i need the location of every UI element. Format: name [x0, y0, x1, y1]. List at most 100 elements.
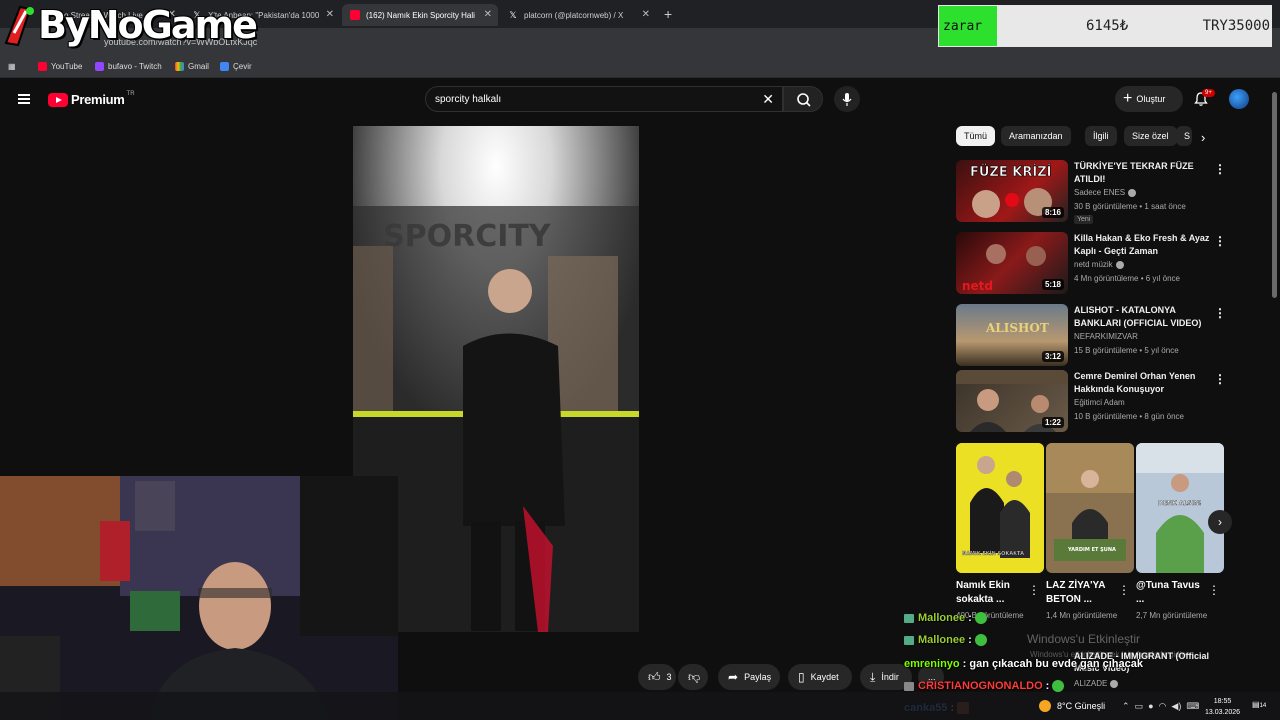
bynogame-logo-icon [4, 5, 34, 47]
svg-text:SPORCITY: SPORCITY [383, 219, 552, 254]
plus-icon: + [1123, 90, 1133, 107]
video-duration: 3:12 [1041, 351, 1064, 362]
short-title[interactable]: @Tuna Tavus ... [1136, 579, 1206, 607]
translate-favicon-icon [220, 62, 229, 71]
region-label: TR [126, 90, 135, 97]
short-views: 1,4 Mn görüntüleme [1046, 611, 1118, 620]
emote-icon [1052, 680, 1065, 693]
short-thumbnail[interactable]: DENK ALSIN! [1136, 443, 1224, 573]
chat-message: emreninyo: gan çıkacah bu evde gan çıhac… [904, 658, 1143, 670]
keyboard-icon[interactable]: ⌨ [1186, 701, 1199, 711]
chevron-up-icon[interactable]: ⌃ [1122, 701, 1130, 711]
video-thumbnail[interactable]: FÜZE KRİZİ 8:16 [956, 160, 1068, 222]
bookmark-youtube[interactable]: YouTube [38, 62, 82, 71]
video-title[interactable]: Cemre Demirel Orhan Yenen Hakkında Konuş… [1074, 370, 1214, 396]
share-button[interactable]: ➦ Paylaş [718, 664, 780, 690]
close-icon[interactable]: ✕ [484, 9, 492, 20]
short-title[interactable]: LAZ ZİYA'YA BETON ... [1046, 579, 1116, 607]
chip-related[interactable]: İlgili [1085, 126, 1117, 146]
partial-video-channel[interactable]: ALIZADE [1074, 679, 1119, 688]
notification-center-icon[interactable]: ▤14 [1252, 700, 1266, 709]
bookmark-translate[interactable]: Çevir [220, 62, 252, 71]
video-title[interactable]: ALISHOT - KATALONYA BANKLARI (OFFICIAL V… [1074, 304, 1214, 330]
microphone-icon[interactable]: ● [1148, 701, 1153, 711]
new-tab-icon[interactable]: + [664, 6, 672, 22]
recommendation-item[interactable]: 1:22 Cemre Demirel Orhan Yenen Hakkında … [956, 370, 1226, 434]
close-icon[interactable]: ✕ [642, 9, 650, 20]
browser-tab-4[interactable]: 𝕏 platcorn (@platcornweb) / X ✕ [500, 4, 656, 26]
brand-name: ByNoGame [38, 3, 258, 47]
youtube-logo[interactable]: Premium TR [48, 90, 135, 107]
video-title[interactable]: Killa Hakan & Eko Fresh & Ayaz Kaplı - G… [1074, 232, 1214, 258]
webcam-overlay [0, 476, 398, 720]
more-vert-icon[interactable]: ⋮ [1214, 234, 1226, 248]
bookmark-twitch[interactable]: bufavo - Twitch [95, 62, 162, 71]
thumbnail-text: FÜZE KRİZİ [970, 164, 1051, 180]
chevron-right-icon[interactable]: › [1201, 130, 1205, 145]
wifi-icon[interactable]: ◠ [1159, 701, 1167, 711]
search-input[interactable]: sporcity halkalı ✕ [425, 86, 783, 112]
channel-name[interactable]: Sadece ENES [1074, 188, 1137, 197]
bookmark-gmail[interactable]: Gmail [175, 62, 209, 71]
download-label: İndir [881, 672, 899, 682]
channel-label: ALIZADE [1074, 679, 1108, 688]
like-button[interactable]: 👍︎ 3 [638, 664, 676, 690]
chip-for-you[interactable]: Size özel [1124, 126, 1177, 146]
youtube-play-icon [48, 92, 68, 107]
voice-search-button[interactable] [834, 86, 860, 112]
volume-icon[interactable]: ◀) [1171, 701, 1181, 711]
system-tray[interactable]: ⌃ ▭ ● ◠ ◀) ⌨ [1122, 701, 1199, 712]
thumbnail-image: DENK ALSIN! [1136, 443, 1224, 573]
download-icon: ⤓ [870, 669, 876, 684]
channel-name[interactable]: netd müzik [1074, 260, 1124, 269]
webcam-frame [0, 476, 398, 720]
channel-name[interactable]: Eğitimci Adam [1074, 398, 1125, 407]
close-icon[interactable]: ✕ [326, 9, 334, 20]
menu-icon[interactable] [18, 94, 30, 104]
more-vert-icon[interactable]: ⋮ [1214, 372, 1226, 386]
save-button[interactable]: ▯ Kaydet [788, 664, 852, 690]
more-vert-icon[interactable]: ⋮ [1118, 583, 1130, 597]
chip-partial[interactable]: S [1176, 126, 1192, 146]
weather-widget[interactable]: 8°C Güneşli [1039, 700, 1105, 712]
dislike-button[interactable]: 👎︎ [678, 664, 708, 690]
video-title[interactable]: TÜRKİYE'YE TEKRAR FÜZE ATILDI! [1074, 160, 1214, 186]
avatar[interactable] [1229, 89, 1249, 109]
clear-icon[interactable]: ✕ [762, 91, 774, 108]
more-vert-icon[interactable]: ⋮ [1214, 306, 1226, 320]
loss-label: zarar [939, 6, 997, 46]
thumbnail-text: YARDIM ET ŞUNA [1067, 547, 1116, 553]
browser-tab-3[interactable]: (162) Namık Ekin Sporcity Hali ✕ [342, 4, 498, 26]
more-vert-icon[interactable]: ⋮ [1208, 583, 1220, 597]
chevron-right-icon[interactable]: › [1208, 510, 1232, 534]
bookmarks-bar: ▦ YouTube bufavo - Twitch Gmail Çevir [0, 56, 1280, 78]
more-vert-icon[interactable]: ⋮ [1214, 162, 1226, 176]
recommendation-item[interactable]: ALISHOT 3:12 ALISHOT - KATALONYA BANKLAR… [956, 304, 1226, 368]
channel-label: netd müzik [1074, 260, 1113, 269]
video-thumbnail[interactable]: ALISHOT 3:12 [956, 304, 1068, 366]
chat-text: : gan çıkacah bu evde gan çıhacak [962, 658, 1143, 670]
apps-grid-icon[interactable]: ▦ [8, 62, 16, 71]
search-button[interactable] [783, 86, 823, 112]
scrollbar[interactable] [1272, 92, 1277, 298]
chat-badge-icon [904, 613, 914, 623]
create-button[interactable]: + Oluştur [1115, 86, 1183, 112]
recommendation-item[interactable]: FÜZE KRİZİ 8:16 TÜRKİYE'YE TEKRAR FÜZE A… [956, 160, 1226, 224]
more-vert-icon[interactable]: ⋮ [1028, 583, 1040, 597]
short-thumbnail[interactable]: YARDIM ET ŞUNA [1046, 443, 1134, 573]
premium-label: Premium [71, 92, 125, 107]
system-clock[interactable]: 18:55 13.03.2026 [1205, 696, 1240, 718]
channel-name[interactable]: NEFARKIMIZVAR [1074, 332, 1138, 341]
chip-from-search[interactable]: Aramanızdan [1001, 126, 1071, 146]
youtube-favicon-icon [350, 10, 360, 20]
video-thumbnail[interactable]: netd 5:18 [956, 232, 1068, 294]
search-query[interactable]: sporcity halkalı [435, 94, 501, 105]
chip-all[interactable]: Tümü [956, 126, 996, 146]
recommendation-item[interactable]: netd 5:18 Killa Hakan & Eko Fresh & Ayaz… [956, 232, 1226, 296]
channel-label: Sadece ENES [1074, 188, 1126, 197]
network-icon[interactable]: ▭ [1135, 701, 1144, 711]
video-thumbnail[interactable]: 1:22 [956, 370, 1068, 432]
verified-icon [1115, 260, 1124, 269]
short-title[interactable]: Namık Ekin sokakta ... [956, 579, 1026, 607]
short-thumbnail[interactable]: NAMIK EKİN SOKAKTA [956, 443, 1044, 573]
